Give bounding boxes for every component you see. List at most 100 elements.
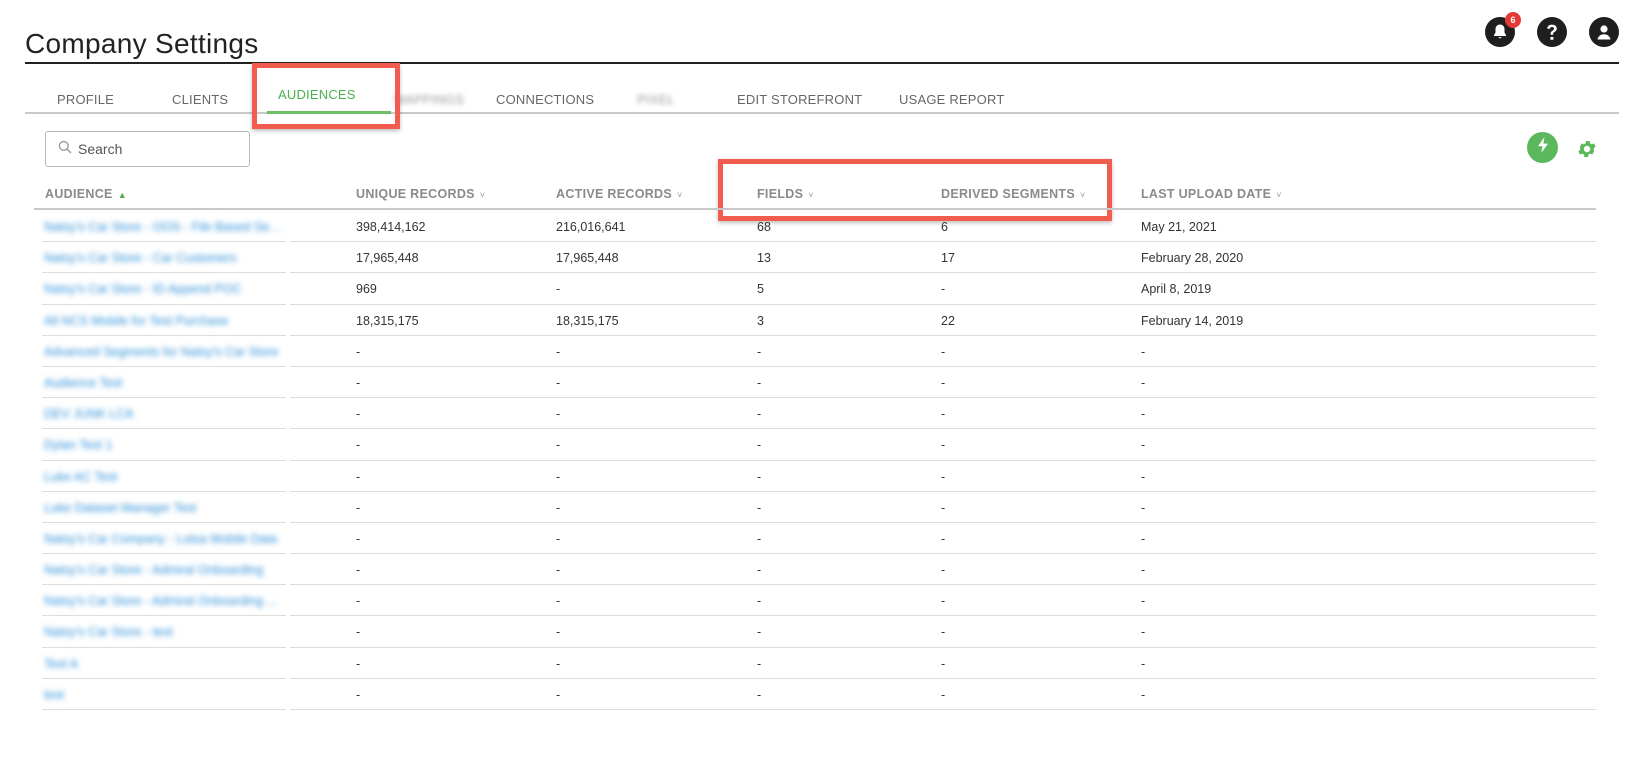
derived-segments-cell: - — [941, 500, 946, 515]
account-button[interactable] — [1589, 17, 1619, 47]
chevron-down-icon: ˅ — [808, 190, 814, 200]
page-title: Company Settings — [25, 28, 259, 59]
active-records-cell: 17,965,448 — [556, 251, 619, 266]
table-row: Advanced Segments for Natsy's Car Store -… — [34, 336, 1596, 368]
table-row: All NCS Mobile for Test Purchase 18,315,1… — [34, 305, 1596, 336]
last-upload-date-cell: - — [1141, 344, 1146, 359]
active-tab-indicator — [267, 111, 391, 114]
table-row: Natsy's Car Store - Admiral Onboarding - -… — [34, 554, 1596, 586]
active-records-cell: - — [556, 563, 561, 578]
derived-segments-cell: - — [941, 563, 946, 578]
unique-records-cell: 18,315,175 — [356, 313, 419, 328]
fields-cell: - — [757, 438, 762, 453]
audience-name-link[interactable]: test — [44, 688, 64, 702]
audience-name-link[interactable]: Advanced Segments for Natsy's Car Store — [44, 345, 278, 359]
audience-table-body: Natsy's Car Store - OOS - File Based Seg… — [34, 211, 1596, 711]
user-icon — [1595, 23, 1613, 41]
active-records-cell: - — [556, 687, 561, 702]
last-upload-date-cell: - — [1141, 500, 1146, 515]
audience-name-link[interactable]: DEV JUNK LCA — [44, 407, 134, 421]
unique-records-cell: - — [356, 563, 361, 578]
unique-records-cell: - — [356, 469, 361, 484]
search-input[interactable] — [78, 141, 238, 157]
audience-name-link[interactable]: Audience Test — [44, 376, 122, 390]
fields-cell: 13 — [757, 251, 771, 266]
derived-segments-cell: - — [941, 594, 946, 609]
active-records-cell: 216,016,641 — [556, 220, 626, 234]
sort-ascending-icon: ▲ — [117, 190, 127, 200]
column-header-active-records[interactable]: ACTIVE RECORDS ˅ — [556, 187, 683, 201]
last-upload-date-cell: May 21, 2021 — [1141, 220, 1217, 234]
column-header-derived-segments[interactable]: DERIVED SEGMENTS ˅ — [941, 187, 1086, 201]
last-upload-date-cell: - — [1141, 563, 1146, 578]
quick-action-button[interactable] — [1527, 132, 1558, 163]
derived-segments-cell: - — [941, 469, 946, 484]
active-records-cell: - — [556, 375, 561, 390]
search-box[interactable] — [45, 131, 250, 167]
last-upload-date-cell: - — [1141, 594, 1146, 609]
chevron-down-icon: ˅ — [1080, 190, 1086, 200]
chevron-down-icon: ˅ — [479, 190, 486, 200]
gear-icon — [1576, 141, 1598, 164]
unique-records-cell: - — [356, 594, 361, 609]
derived-segments-cell: - — [941, 438, 946, 453]
fields-cell: - — [757, 500, 762, 515]
tab-connections[interactable]: CONNECTIONS — [496, 92, 594, 107]
column-header-last-upload-date[interactable]: LAST UPLOAD DATE ˅ — [1141, 187, 1282, 201]
help-button[interactable] — [1537, 17, 1567, 47]
last-upload-date-cell: - — [1141, 656, 1146, 671]
last-upload-date-cell: April 8, 2019 — [1141, 282, 1212, 297]
audience-name-link[interactable]: Natsy's Car Store - Car Customers — [44, 251, 237, 265]
fields-cell: 3 — [757, 313, 764, 328]
column-header-fields[interactable]: FIELDS ˅ — [757, 187, 814, 201]
column-header-audience[interactable]: AUDIENCE ▲ — [45, 187, 127, 201]
unique-records-cell: - — [356, 687, 361, 702]
active-records-cell: - — [556, 282, 561, 297]
chevron-down-icon: ˅ — [677, 190, 683, 200]
tab-pixel[interactable]: PIXEL — [637, 92, 675, 107]
audience-name-link[interactable]: Natsy's Car Store - ID Append POC — [44, 282, 242, 296]
notifications-button[interactable]: 6 — [1485, 12, 1521, 47]
row-divider — [42, 709, 286, 710]
settings-button[interactable] — [1576, 138, 1600, 162]
unique-records-cell: - — [356, 438, 361, 453]
tab-profile[interactable]: PROFILE — [57, 92, 114, 107]
tab-clients[interactable]: CLIENTS — [172, 92, 228, 107]
fields-cell: - — [757, 531, 762, 546]
derived-segments-cell: - — [941, 344, 946, 359]
audience-name-link[interactable]: Natsy's Car Store - OOS - File Based Seg… — [44, 220, 284, 234]
column-header-unique-records[interactable]: UNIQUE RECORDS ˅ — [356, 187, 485, 201]
fields-cell: 5 — [757, 282, 764, 297]
unique-records-cell: 398,414,162 — [356, 220, 426, 234]
audience-name-link[interactable]: Luke Dataset Manager Test — [44, 501, 197, 515]
lightning-bolt-icon — [1536, 136, 1550, 159]
table-row: Natsy's Car Store - ID Append POC 969 - 5 - A… — [34, 273, 1596, 305]
fields-cell: - — [757, 625, 762, 640]
active-records-cell: - — [556, 469, 561, 484]
active-records-cell: - — [556, 438, 561, 453]
active-records-cell: - — [556, 594, 561, 609]
fields-cell: - — [757, 407, 762, 422]
audience-name-link[interactable]: All NCS Mobile for Test Purchase — [44, 314, 229, 328]
tab-audiences[interactable]: AUDIENCES — [278, 87, 356, 102]
search-icon — [58, 140, 72, 159]
table-row: Natsy's Car Store - Admiral Onboarding .… — [34, 585, 1596, 617]
tab-usage-report[interactable]: USAGE REPORT — [899, 92, 1004, 107]
audience-name-link[interactable]: Natsy's Car Company - Lotsa Mobile Data — [44, 532, 277, 546]
audience-name-link[interactable]: Natsy's Car Store - test — [44, 625, 173, 639]
audience-name-link[interactable]: Dylan Test 1 — [44, 438, 113, 452]
table-row: DEV JUNK LCA - - - - - — [34, 398, 1596, 430]
table-row: Dylan Test 1 - - - - - — [34, 429, 1596, 461]
table-row: Luke AC Test - - - - - — [34, 461, 1596, 492]
audience-name-link[interactable]: Natsy's Car Store - Admiral Onboarding — [44, 563, 263, 577]
table-header: AUDIENCE ▲ UNIQUE RECORDS ˅ ACTIVE RECORDS… — [34, 184, 1596, 210]
audience-name-link[interactable]: Test A — [44, 657, 78, 671]
unique-records-cell: - — [356, 625, 361, 640]
fields-cell: - — [757, 375, 762, 390]
settings-tabs: PROFILE CLIENTS AUDIENCES MAPPINGS CONNE… — [25, 84, 1619, 114]
audience-name-link[interactable]: Natsy's Car Store - Admiral Onboarding .… — [44, 594, 277, 608]
tab-mappings[interactable]: MAPPINGS — [394, 92, 464, 107]
audience-name-link[interactable]: Luke AC Test — [44, 470, 117, 484]
tab-edit-storefront[interactable]: EDIT STOREFRONT — [737, 92, 862, 107]
table-row: Natsy's Car Company - Lotsa Mobile Data -… — [34, 523, 1596, 555]
